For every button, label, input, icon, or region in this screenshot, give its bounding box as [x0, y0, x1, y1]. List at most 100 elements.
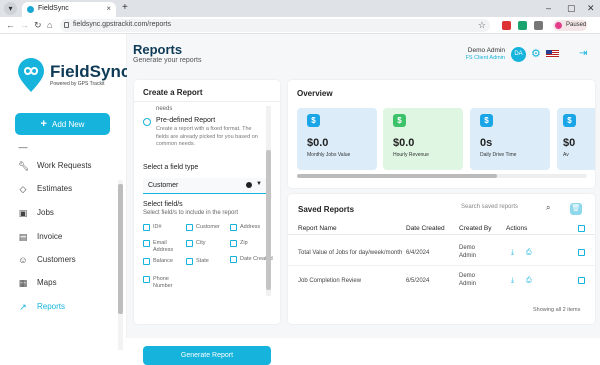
sidebar-item-customers[interactable]: ☺ Customers — [18, 253, 118, 269]
report-name-cell[interactable]: Total Value of Jobs for day/week/month — [298, 249, 402, 257]
column-header-date-created[interactable]: Date Created — [406, 225, 445, 232]
reload-icon[interactable]: ↻ — [34, 20, 42, 31]
sidebar-item-estimates[interactable]: ◇ Estimates — [18, 182, 118, 198]
minimize-icon[interactable]: – — [546, 3, 551, 13]
generate-report-button[interactable]: Generate Report — [143, 346, 271, 365]
clear-icon[interactable] — [246, 182, 252, 188]
plus-icon: + — [40, 118, 47, 130]
logout-icon[interactable]: ⇥ — [579, 48, 587, 59]
checkbox[interactable] — [143, 224, 150, 231]
close-tab-icon[interactable]: × — [106, 4, 111, 13]
download-icon[interactable]: ⤓ — [511, 277, 514, 285]
overview-scrollbar-thumb[interactable] — [297, 174, 497, 178]
sidebar-item-work-requests[interactable]: 🔧︎ Work Requests — [18, 159, 118, 175]
extension-icon[interactable] — [502, 21, 511, 30]
checkbox[interactable] — [186, 258, 193, 265]
maximize-icon[interactable]: ▢ — [567, 3, 576, 14]
url-bar[interactable]: fieldsync.gpstrackit.com/reports ☆ — [60, 19, 490, 32]
site-info-icon[interactable] — [64, 22, 69, 28]
divider — [134, 101, 280, 102]
checkbox[interactable] — [143, 240, 150, 247]
row-checkbox[interactable] — [578, 249, 585, 256]
select-all-checkbox[interactable] — [578, 225, 585, 232]
extensions-puzzle-icon[interactable] — [534, 21, 543, 30]
sidebar-item-jobs[interactable]: ▣ Jobs — [18, 206, 118, 222]
dollar-icon: $ — [393, 114, 406, 127]
checkbox[interactable] — [230, 256, 237, 263]
report-name-cell[interactable]: Job Completion Review — [298, 277, 361, 285]
page-title: Reports — [133, 42, 183, 57]
column-header-created-by[interactable]: Created By — [459, 225, 492, 232]
checkbox[interactable] — [143, 258, 150, 265]
briefcase-icon: ▣ — [18, 208, 28, 218]
saved-reports-panel: Saved Reports Search saved reports ⌕ 🗑︎ … — [288, 194, 595, 324]
tile-label: Av — [563, 152, 569, 158]
new-tab-button[interactable]: + — [122, 2, 128, 13]
checkbox[interactable] — [143, 276, 150, 283]
url-text: fieldsync.gpstrackit.com/reports — [73, 21, 172, 28]
field-label: ID# — [153, 224, 162, 230]
sidebar-item-label: Maps — [37, 278, 57, 287]
tile-value: $0.0 — [393, 137, 415, 149]
checkbox[interactable] — [186, 240, 193, 247]
create-report-title: Create a Report — [143, 88, 203, 97]
download-icon[interactable]: ⤓ — [511, 249, 514, 257]
browser-tab[interactable]: FieldSync × — [22, 2, 116, 17]
profile-button[interactable]: Paused — [553, 20, 587, 31]
gear-icon[interactable]: ⚙ — [531, 47, 541, 60]
home-icon[interactable]: ⌂ — [47, 20, 52, 30]
row-checkbox[interactable] — [578, 277, 585, 284]
sidebar: FieldSync Powered by GPS Trackit + Add Ne… — [0, 34, 130, 350]
profile-status: Paused — [566, 22, 587, 28]
chart-icon: ↗ — [19, 302, 27, 312]
search-input[interactable]: Search saved reports — [461, 204, 518, 210]
field-label: City — [196, 240, 206, 246]
search-icon[interactable]: ⌕ — [546, 203, 550, 213]
overview-panel: Overview $ $0.0 Monthly Jobs Value $ $0.0 Ho… — [288, 80, 595, 188]
avatar[interactable]: DA — [511, 47, 526, 62]
user-name: Demo Admin — [467, 47, 505, 54]
dollar-icon: $ — [563, 114, 576, 127]
fields-label: Select field/s — [143, 201, 183, 208]
sidebar-scrollbar-thumb[interactable] — [118, 184, 123, 314]
overview-tile: $ $0.0 Monthly Jobs Value — [297, 108, 377, 170]
user-role: FS Client Admin — [465, 55, 505, 61]
bookmark-star-icon[interactable]: ☆ — [478, 20, 486, 31]
overview-scrollbar[interactable] — [297, 174, 587, 178]
fields-hint: Select field/s to include in the report — [143, 210, 239, 216]
field-type-select[interactable]: Customer ▼ — [143, 178, 266, 194]
chevron-down-icon[interactable]: ▼ — [256, 181, 262, 187]
sidebar-item-maps[interactable]: ▦ Maps — [18, 276, 118, 292]
cut-off-text: needs — [156, 106, 173, 112]
divider — [288, 265, 595, 266]
predefined-report-radio[interactable] — [143, 118, 151, 126]
saved-reports-title: Saved Reports — [298, 205, 355, 214]
close-window-icon[interactable]: ✕ — [587, 3, 595, 14]
checkbox[interactable] — [186, 224, 193, 231]
tab-search-button[interactable]: ▾ — [4, 2, 17, 15]
add-new-button[interactable]: + Add New — [15, 113, 110, 135]
sidebar-item-partial[interactable]: — — [18, 140, 118, 156]
sidebar-item-label: Jobs — [37, 208, 54, 217]
invoice-icon: ▤ — [18, 232, 28, 242]
create-panel-scrollbar-thumb[interactable] — [266, 150, 271, 290]
wrench-icon: 🔧︎ — [18, 161, 30, 171]
overview-title: Overview — [297, 89, 333, 98]
logo-subtitle: Powered by GPS Trackit — [50, 81, 105, 87]
delete-button[interactable]: 🗑︎ — [570, 203, 582, 215]
print-icon[interactable]: ⎙ — [526, 249, 532, 257]
back-icon[interactable]: ← — [6, 20, 15, 30]
us-flag-icon[interactable] — [546, 50, 559, 58]
checkbox[interactable] — [230, 240, 237, 247]
column-header-report-name[interactable]: Report Name — [298, 225, 337, 232]
sidebar-item-invoice[interactable]: ▤ Invoice — [18, 230, 118, 246]
forward-icon[interactable]: → — [20, 20, 29, 30]
print-icon[interactable]: ⎙ — [526, 277, 532, 285]
sidebar-item-reports[interactable]: ↗ Reports — [18, 300, 118, 316]
sidebar-item-label: Estimates — [37, 184, 73, 193]
date-cell: 6/5/2024 — [406, 278, 430, 284]
checkbox[interactable] — [230, 224, 237, 231]
overview-tile: $ $0.0 Hourly Revenue — [383, 108, 463, 170]
predefined-report-label: Pre-defined Report — [156, 117, 216, 124]
extension-icon[interactable] — [518, 21, 527, 30]
